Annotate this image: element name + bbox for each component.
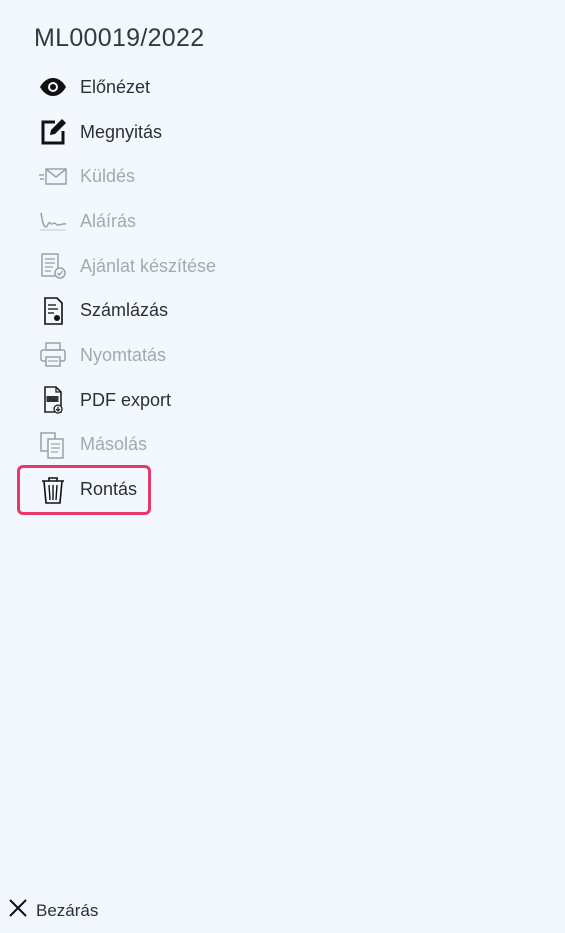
- menu-item-label: Másolás: [80, 434, 148, 455]
- menu-item-label: PDF export: [80, 389, 172, 410]
- edit-icon: [38, 117, 68, 147]
- close-label: Bezárás: [36, 900, 99, 920]
- menu-item-sign: Aláírás: [38, 199, 298, 244]
- envelope-icon: [38, 162, 68, 192]
- invoice-icon: [38, 296, 68, 326]
- menu-item-print: Nyomtatás: [38, 333, 298, 378]
- menu-item-pdf-export[interactable]: PDF export: [38, 378, 298, 423]
- menu-item-send: Küldés: [38, 154, 298, 199]
- menu-item-label: Aláírás: [80, 210, 137, 231]
- close-icon: [8, 898, 28, 923]
- selection-highlight: [17, 465, 151, 515]
- action-panel: ML00019/2022 Előnézet Megnyitás Küldés A…: [0, 0, 565, 933]
- document-id-title: ML00019/2022: [34, 24, 205, 52]
- printer-icon: [38, 340, 68, 370]
- menu-item-open[interactable]: Megnyitás: [38, 110, 298, 155]
- menu-item-label: Küldés: [80, 166, 136, 187]
- close-button[interactable]: Bezárás: [8, 898, 98, 923]
- menu-item-label: Ajánlat készítése: [80, 255, 217, 276]
- copy-icon: [38, 430, 68, 460]
- checklist-icon: [38, 251, 68, 281]
- menu-item-label: Nyomtatás: [80, 344, 167, 365]
- menu-item-label: Számlázás: [80, 300, 169, 321]
- menu-item-preview[interactable]: Előnézet: [38, 65, 298, 110]
- menu-item-label: Megnyitás: [80, 121, 163, 142]
- menu-item-copy: Másolás: [38, 423, 298, 468]
- pdf-icon: [38, 385, 68, 415]
- menu-item-label: Előnézet: [80, 76, 151, 97]
- menu-item-invoicing[interactable]: Számlázás: [38, 288, 298, 333]
- menu-item-make-offer: Ajánlat készítése: [38, 244, 298, 289]
- action-menu: Előnézet Megnyitás Küldés Aláírás Ajánla…: [38, 65, 298, 512]
- signature-icon: [38, 206, 68, 236]
- eye-icon: [38, 72, 68, 102]
